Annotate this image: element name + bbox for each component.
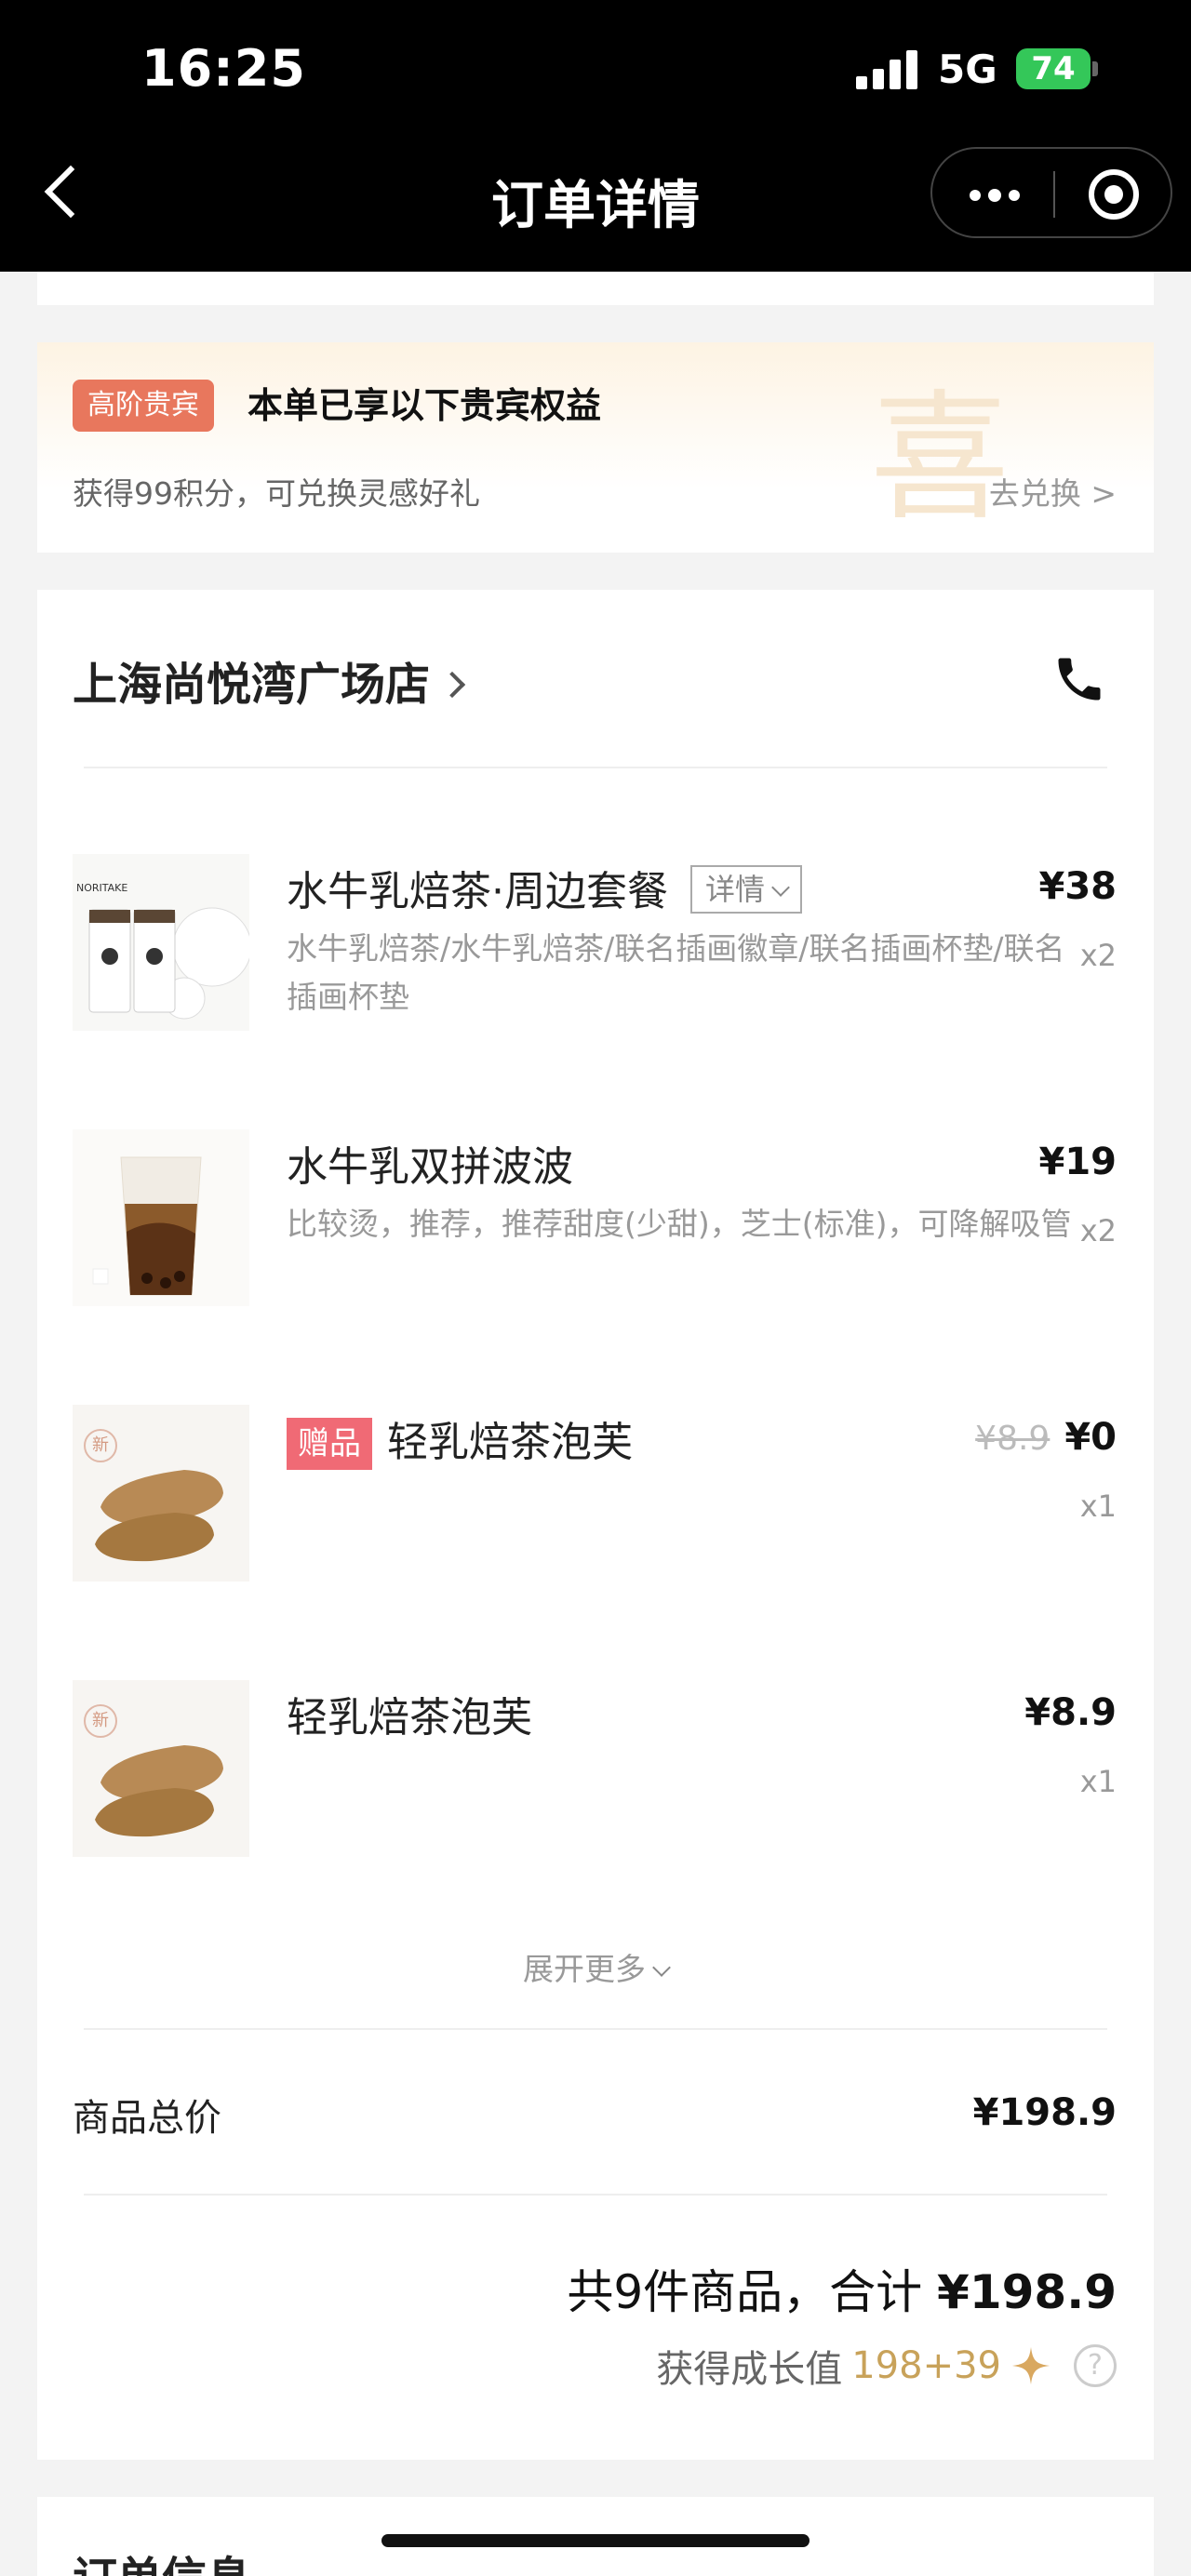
battery-icon: 74 bbox=[1016, 48, 1091, 89]
item-name-row: 赠品 轻乳焙茶泡芙 bbox=[287, 1408, 633, 1470]
vip-badge: 高阶贵宾 bbox=[73, 380, 214, 432]
chevron-down-icon bbox=[771, 878, 790, 897]
item-name-row: 水牛乳焙茶·周边套餐 详情 bbox=[287, 858, 803, 917]
more-icon[interactable] bbox=[970, 189, 1020, 202]
subtotal-label: 商品总价 bbox=[73, 2097, 221, 2140]
product-image bbox=[73, 1129, 249, 1306]
divider bbox=[84, 2028, 1107, 2030]
item-quantity: x2 bbox=[1079, 1213, 1117, 1248]
new-badge: 新 bbox=[84, 1429, 117, 1462]
product-image: 新 bbox=[73, 1405, 249, 1582]
redeem-link[interactable]: 去兑换 > bbox=[989, 469, 1117, 514]
capsule-divider bbox=[1053, 171, 1055, 218]
item-quantity: x1 bbox=[1079, 1488, 1117, 1524]
item-options: 比较烫，推荐，推荐甜度(少甜)，芝士(标准)，可降解吸管 bbox=[287, 1206, 1072, 1242]
product-image: NORITAKE bbox=[73, 854, 249, 1031]
item-price: ¥0 bbox=[1064, 1416, 1117, 1459]
vip-title: 本单已享以下贵宾权益 bbox=[248, 385, 602, 426]
order-item[interactable]: 水牛乳双拼波波 比较烫，推荐，推荐甜度(少甜)，芝士(标准)，可降解吸管 ¥19… bbox=[37, 1129, 1154, 1306]
product-image: 新 bbox=[73, 1680, 249, 1857]
top-bar: 16:25 5G 74 订单详情 bbox=[0, 0, 1191, 272]
home-indicator[interactable] bbox=[381, 2534, 810, 2547]
divider bbox=[84, 2194, 1107, 2196]
item-price-row: ¥8.9 ¥0 bbox=[975, 1416, 1117, 1459]
thumb-brand-text: NORITAKE bbox=[76, 882, 127, 894]
help-icon[interactable]: ? bbox=[1074, 2344, 1117, 2387]
vip-benefits-card[interactable]: 喜 高阶贵宾 本单已享以下贵宾权益 获得99积分，可兑换灵感好礼 去兑换 > bbox=[37, 342, 1154, 553]
status-time: 16:25 bbox=[141, 39, 306, 98]
item-name: 水牛乳双拼波波 bbox=[287, 1143, 573, 1191]
item-price: ¥8.9 bbox=[1024, 1691, 1117, 1734]
order-item[interactable]: 新 轻乳焙茶泡芙 ¥8.9 x1 bbox=[37, 1680, 1154, 1857]
growth-value-row: 获得成长值 198+39 ? bbox=[656, 2339, 1117, 2393]
growth-value: 198+39 bbox=[851, 2344, 1001, 2387]
close-target-icon[interactable] bbox=[1089, 169, 1139, 220]
original-price: ¥8.9 bbox=[975, 1420, 1050, 1458]
item-price: ¥38 bbox=[1038, 865, 1117, 908]
previous-card-edge bbox=[37, 272, 1154, 305]
drink-photo-icon bbox=[73, 1129, 249, 1306]
sparkle-icon bbox=[1011, 2346, 1050, 2385]
chevron-down-icon bbox=[652, 1958, 671, 1977]
detail-button[interactable]: 详情 bbox=[690, 865, 803, 914]
chevron-right-icon bbox=[438, 671, 466, 699]
item-options: 水牛乳焙茶/水牛乳焙茶/联名插画徽章/联名插画杯垫/联名插画杯垫 bbox=[287, 930, 1065, 1015]
vip-watermark-icon: 喜 bbox=[869, 378, 1010, 540]
order-item[interactable]: 新 赠品 轻乳焙茶泡芙 ¥8.9 ¥0 x1 bbox=[37, 1405, 1154, 1582]
total-value: ¥198.9 bbox=[937, 2265, 1117, 2319]
growth-label: 获得成长值 bbox=[656, 2348, 843, 2391]
expand-more-label: 展开更多 bbox=[523, 1951, 646, 1987]
expand-more-button[interactable]: 展开更多 bbox=[37, 1944, 1154, 1989]
order-info-title: 订单信息 bbox=[73, 2542, 251, 2576]
network-type: 5G bbox=[938, 47, 997, 92]
item-name: 轻乳焙茶泡芙 bbox=[287, 1694, 532, 1742]
new-badge: 新 bbox=[84, 1704, 117, 1738]
order-total: 共9件商品，合计 ¥198.9 bbox=[567, 2255, 1117, 2322]
divider bbox=[84, 767, 1107, 768]
total-text: 共9件商品，合计 bbox=[567, 2265, 923, 2319]
store-name: 上海尚悦湾广场店 bbox=[73, 659, 431, 711]
store-name-link[interactable]: 上海尚悦湾广场店 bbox=[73, 647, 466, 713]
item-name: 水牛乳焙茶·周边套餐 bbox=[287, 868, 668, 915]
item-name: 轻乳焙茶泡芙 bbox=[387, 1419, 633, 1466]
gift-tag: 赠品 bbox=[287, 1418, 372, 1470]
item-price: ¥19 bbox=[1038, 1141, 1117, 1183]
subtotal-value: ¥198.9 bbox=[972, 2091, 1117, 2134]
battery-tip bbox=[1092, 61, 1098, 76]
product-photo-icon: NORITAKE bbox=[73, 854, 249, 1031]
order-item[interactable]: NORITAKE 水牛乳焙茶·周边套餐 详情 水牛乳焙茶/水牛乳焙茶/联名插画徽章… bbox=[37, 854, 1154, 1031]
order-card: 上海尚悦湾广场店 NORITAKE 水牛乳焙茶·周边套餐 详情 水牛乳焙茶/水牛乳… bbox=[37, 590, 1154, 2460]
phone-icon[interactable] bbox=[1051, 651, 1107, 707]
signal-icon bbox=[856, 48, 921, 89]
item-quantity: x1 bbox=[1079, 1764, 1117, 1799]
vip-subtitle: 获得99积分，可兑换灵感好礼 bbox=[73, 475, 480, 512]
mini-program-capsule bbox=[930, 147, 1172, 238]
detail-label: 详情 bbox=[705, 872, 766, 907]
item-quantity: x2 bbox=[1079, 938, 1117, 973]
